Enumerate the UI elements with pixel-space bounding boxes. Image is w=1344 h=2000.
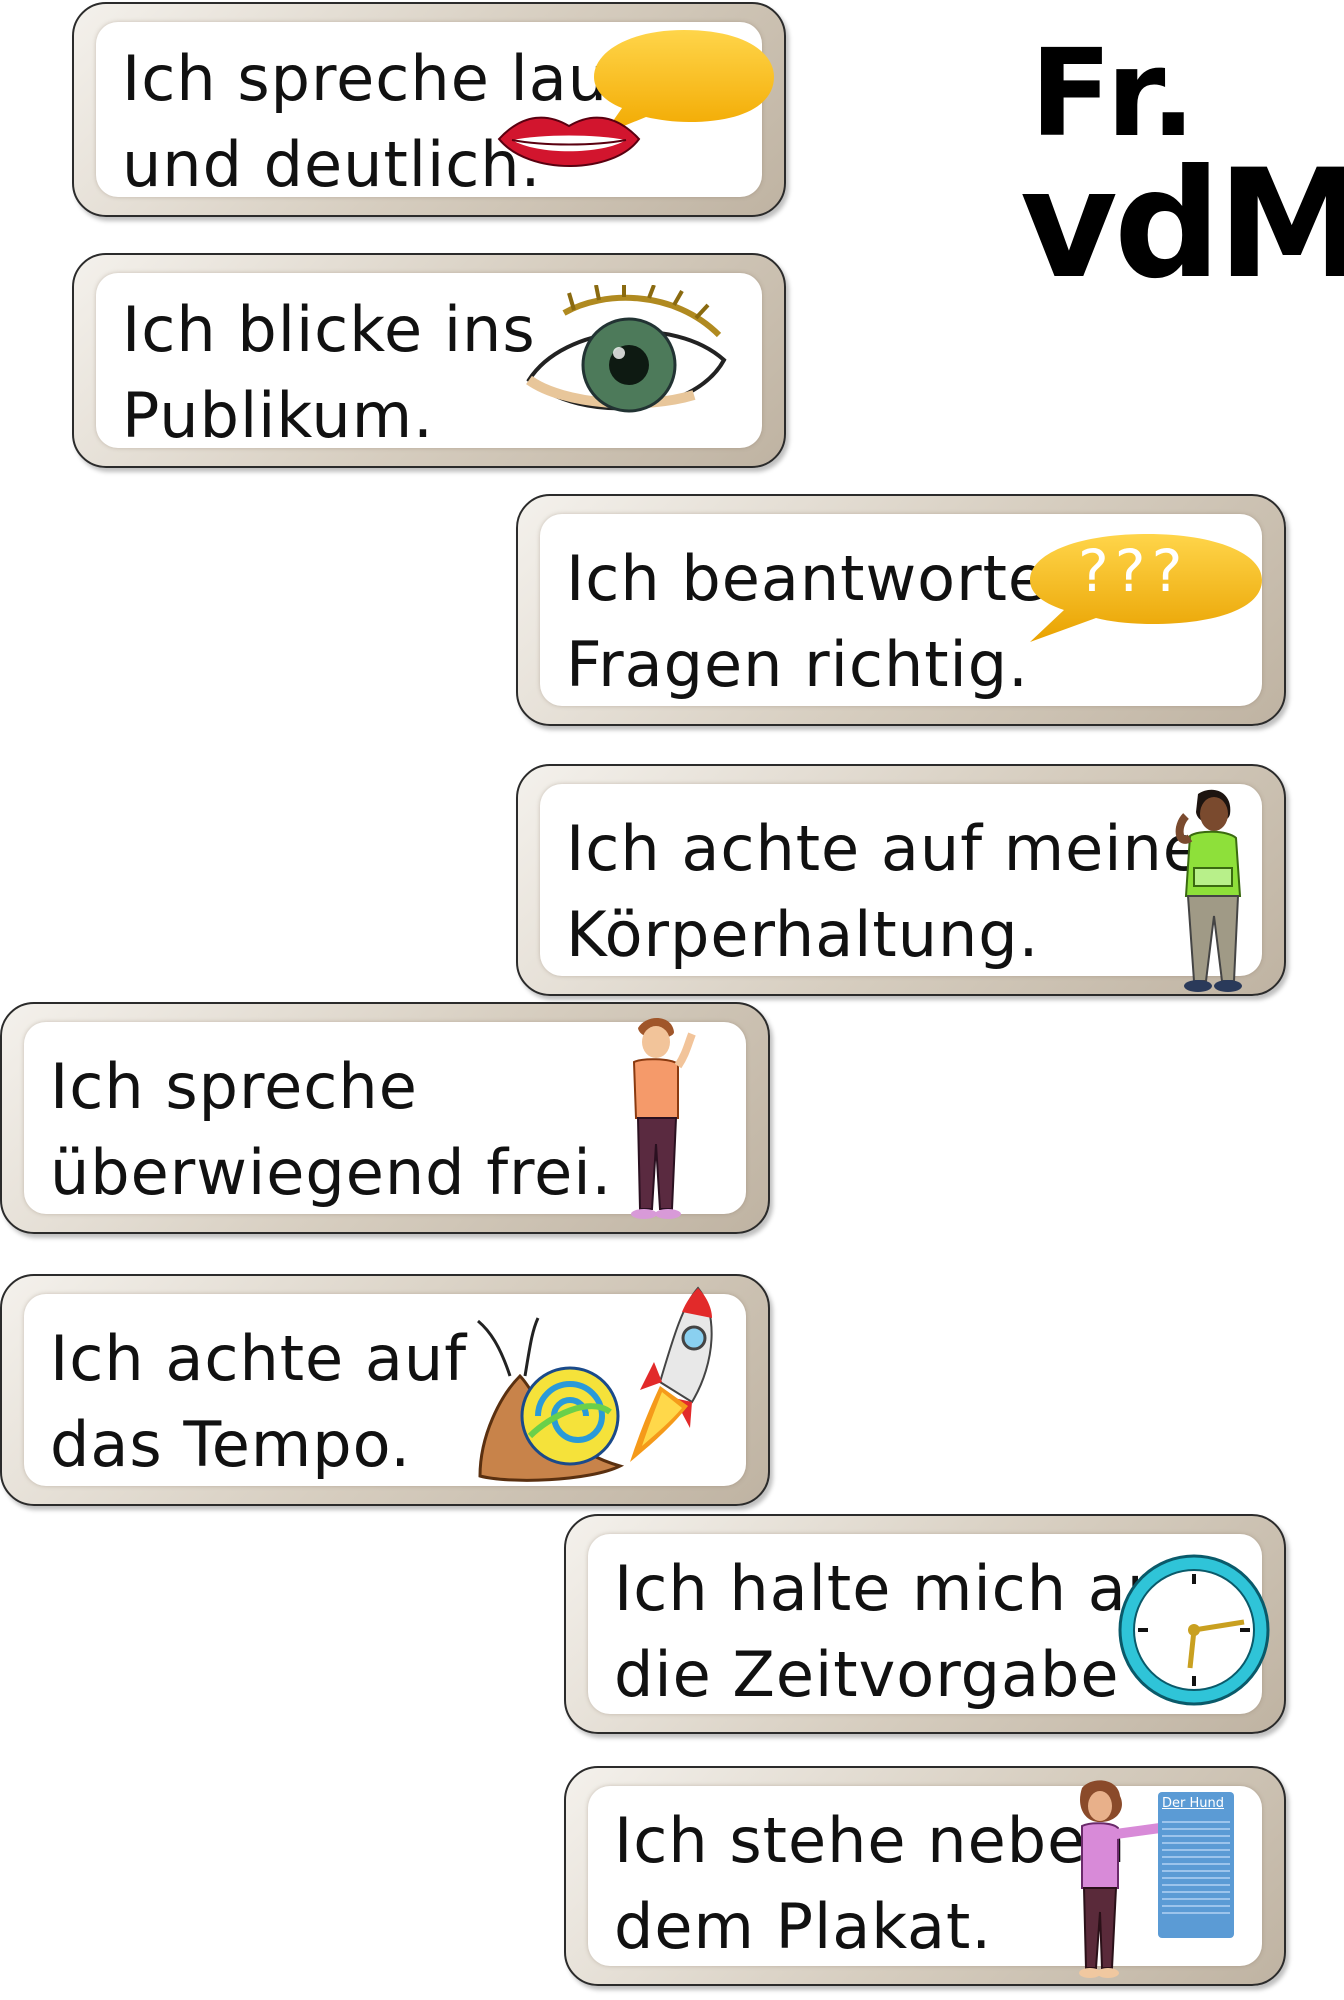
logo: Fr. vdM: [1020, 30, 1344, 310]
card-text-line-2: dem Plakat.: [614, 1890, 993, 1963]
card-answer-questions: Ich beantworte Fragen richtig. ???: [516, 494, 1286, 726]
card-tempo: Ich achte auf das Tempo.: [0, 1274, 770, 1506]
card-text: Ich spreche überwiegend frei.: [50, 1044, 612, 1216]
rocket-icon: [630, 1286, 713, 1462]
card-time-limit: Ich halte mich an die Zeitvorgabe: [564, 1514, 1286, 1734]
logo-line-2: vdM: [1020, 138, 1344, 312]
card-text-line-2: Körperhaltung.: [566, 898, 1040, 971]
card-text-line-1: Ich beantworte: [566, 542, 1048, 615]
card-speak-loud: Ich spreche laut und deutlich.: [72, 2, 786, 217]
card-text-line-1: Ich stehe neben: [614, 1804, 1127, 1877]
poster-icon: Der Hund: [1158, 1792, 1234, 1938]
card-text: Ich achte auf das Tempo.: [50, 1316, 467, 1488]
girl-pointing-icon: [1079, 1780, 1161, 1978]
poster-body: [1162, 1816, 1230, 1916]
clock-icon: [1118, 1554, 1270, 1706]
card-text: Ich halte mich an die Zeitvorgabe: [614, 1546, 1167, 1718]
card-text-line-2: überwiegend frei.: [50, 1136, 613, 1209]
card-text-line-2: Fragen richtig.: [566, 628, 1029, 701]
card-text-line-2: die Zeitvorgabe: [614, 1638, 1120, 1711]
card-text: Ich beantworte Fragen richtig.: [566, 536, 1047, 708]
card-text-line-1: Ich achte auf meine: [566, 812, 1202, 885]
card-text-line-1: Ich spreche: [50, 1050, 418, 1123]
girl-posture-icon: [1175, 789, 1242, 992]
boy-waving-icon: [631, 1017, 696, 1219]
card-text-line-1: Ich blicke ins: [122, 293, 536, 366]
card-text: Ich blicke ins Publikum.: [122, 287, 536, 459]
card-text-line-1: Ich achte auf: [50, 1322, 468, 1395]
card-stand-by-poster: Ich stehe neben dem Plakat. Der Hund: [564, 1766, 1286, 1986]
snail-icon: [477, 1317, 625, 1482]
card-speak-free: Ich spreche überwiegend frei.: [0, 1002, 770, 1234]
card-eye-contact: Ich blicke ins Publikum.: [72, 253, 786, 468]
card-text: Ich stehe neben dem Plakat.: [614, 1798, 1127, 1970]
card-text-line-2: Publikum.: [122, 379, 434, 452]
card-inner: Ich achte auf meine Körperhaltung.: [540, 784, 1262, 976]
card-posture: Ich achte auf meine Körperhaltung.: [516, 764, 1286, 996]
poster-title: Der Hund: [1162, 1796, 1224, 1811]
lips-icon: [497, 116, 641, 167]
card-text-line-2: das Tempo.: [50, 1408, 412, 1481]
card-text: Ich achte auf meine Körperhaltung.: [566, 806, 1202, 978]
eye-icon: [526, 285, 727, 413]
question-marks: ???: [1078, 537, 1189, 605]
card-text-line-1: Ich halte mich an: [614, 1552, 1168, 1625]
